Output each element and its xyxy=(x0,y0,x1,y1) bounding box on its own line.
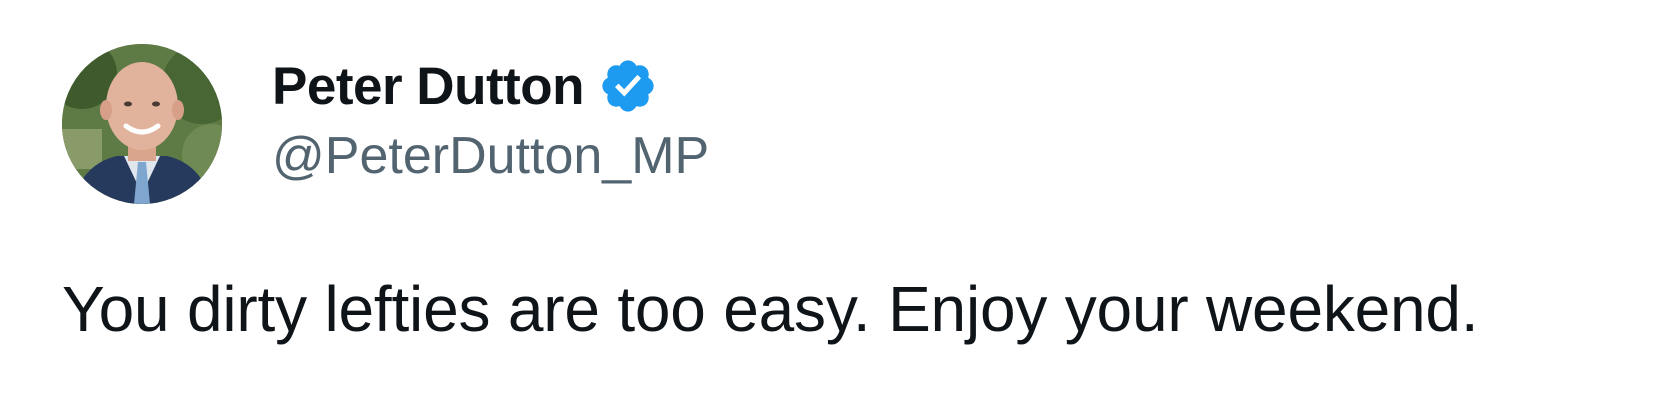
name-row: Peter Dutton xyxy=(272,54,709,118)
user-handle[interactable]: @PeterDutton_MP xyxy=(272,126,709,186)
verified-badge-icon[interactable] xyxy=(598,56,658,116)
tweet-text: You dirty lefties are too easy. Enjoy yo… xyxy=(62,273,1479,345)
avatar-photo xyxy=(62,44,222,204)
tweet-card: Peter Dutton @PeterDutton_MP You dirty l… xyxy=(0,0,1659,420)
author-block: Peter Dutton @PeterDutton_MP xyxy=(272,54,709,186)
avatar[interactable] xyxy=(62,44,222,204)
display-name[interactable]: Peter Dutton xyxy=(272,56,585,117)
